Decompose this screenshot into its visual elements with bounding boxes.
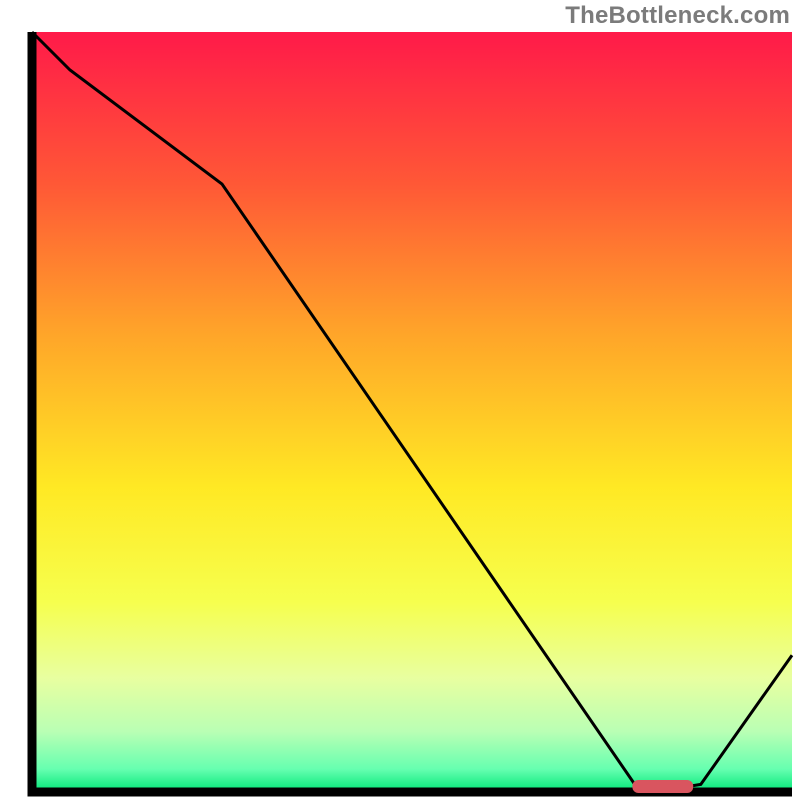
chart-container: TheBottleneck.com <box>0 0 800 800</box>
bottleneck-chart <box>0 0 800 800</box>
optimal-range-marker <box>632 780 693 793</box>
chart-gradient-background <box>32 32 792 792</box>
watermark-text: TheBottleneck.com <box>565 2 790 30</box>
